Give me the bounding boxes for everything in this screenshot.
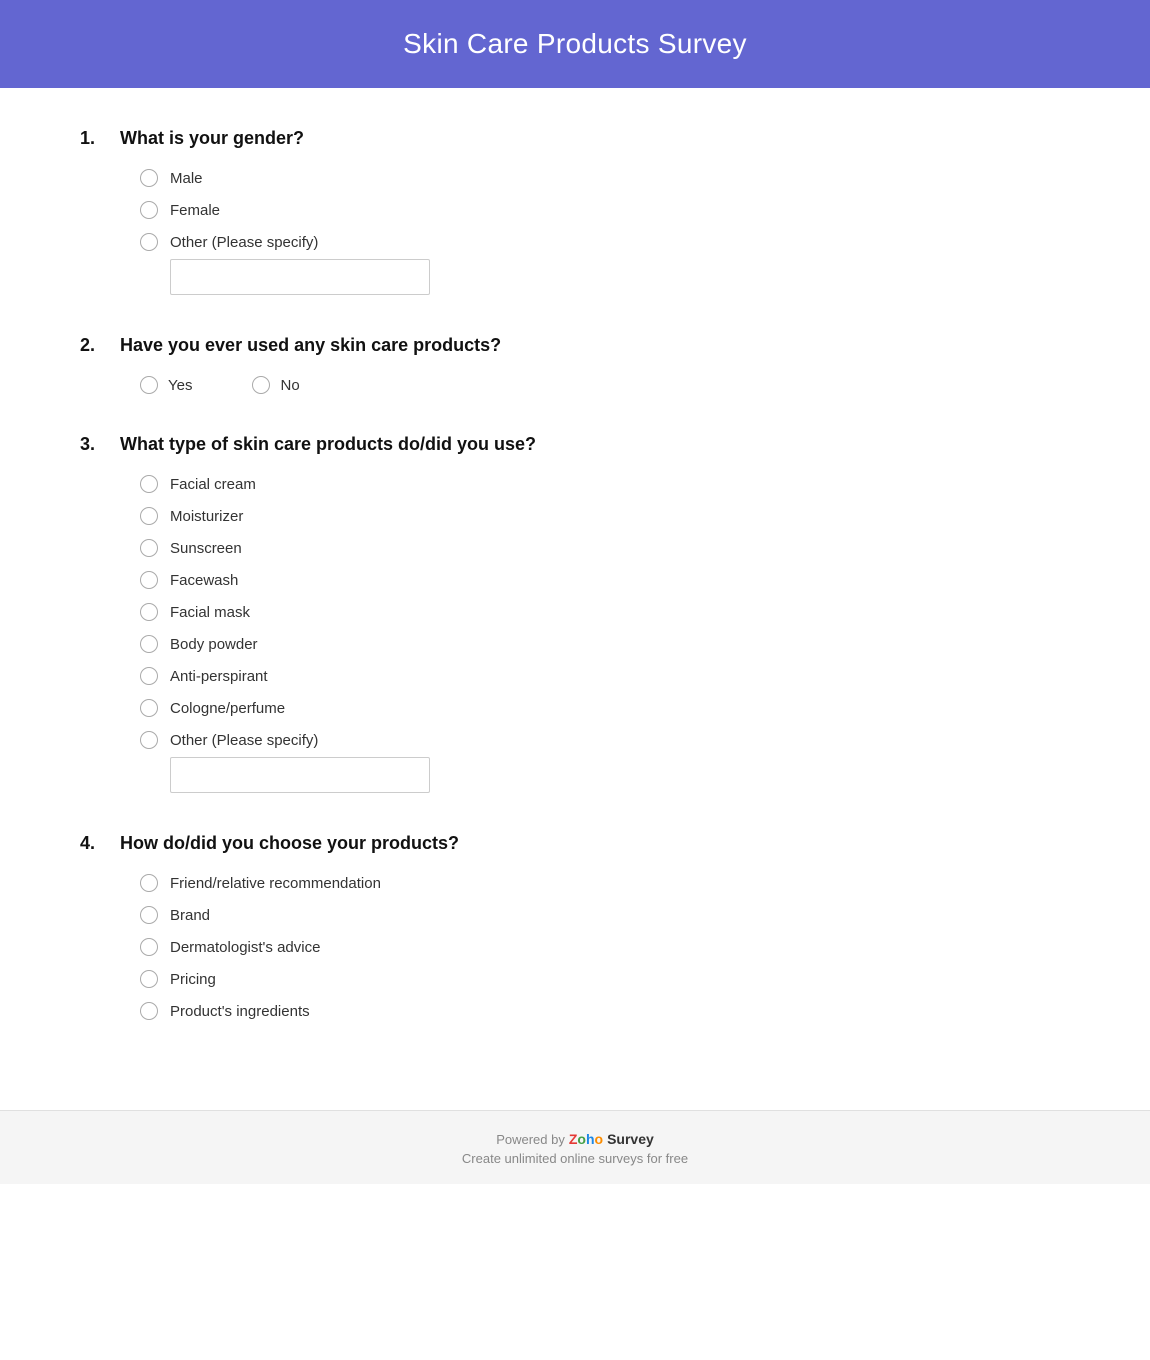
choose-pricing-radio[interactable]	[140, 970, 158, 988]
question-2-number: 2.	[80, 335, 120, 356]
choose-dermatologist-label: Dermatologist's advice	[170, 939, 320, 956]
list-item: Dermatologist's advice	[140, 938, 1070, 956]
survey-word: Survey	[607, 1131, 654, 1147]
product-other-label: Other (Please specify)	[170, 732, 318, 749]
used-no-label: No	[280, 377, 299, 394]
product-cologne-radio[interactable]	[140, 699, 158, 717]
survey-footer: Powered by Zoho Survey Create unlimited …	[0, 1110, 1150, 1184]
question-4-text: How do/did you choose your products?	[120, 833, 459, 854]
zoho-logo: Zoho	[569, 1131, 603, 1147]
zoho-z: Z	[569, 1131, 578, 1147]
product-antiperspirant-radio[interactable]	[140, 667, 158, 685]
list-item: Friend/relative recommendation	[140, 874, 1070, 892]
product-facial-mask-label: Facial mask	[170, 604, 250, 621]
question-1-options: Male Female Other (Please specify)	[140, 169, 1070, 295]
list-item: Facial mask	[140, 603, 1070, 621]
list-item: Cologne/perfume	[140, 699, 1070, 717]
question-4-number: 4.	[80, 833, 120, 854]
product-moisturizer-label: Moisturizer	[170, 508, 243, 525]
gender-other-label: Other (Please specify)	[170, 234, 318, 251]
question-3: 3. What type of skin care products do/di…	[80, 434, 1070, 793]
product-facial-cream-radio[interactable]	[140, 475, 158, 493]
list-item: Male	[140, 169, 1070, 187]
list-item: Product's ingredients	[140, 1002, 1070, 1020]
choose-brand-radio[interactable]	[140, 906, 158, 924]
choose-ingredients-radio[interactable]	[140, 1002, 158, 1020]
list-item: Female	[140, 201, 1070, 219]
list-item: No	[252, 376, 299, 394]
zoho-o1: o	[577, 1131, 586, 1147]
list-item: Pricing	[140, 970, 1070, 988]
list-item: Moisturizer	[140, 507, 1070, 525]
list-item: Sunscreen	[140, 539, 1070, 557]
product-other-input[interactable]	[170, 757, 430, 793]
gender-other-input[interactable]	[170, 259, 430, 295]
list-item: Anti-perspirant	[140, 667, 1070, 685]
choose-pricing-label: Pricing	[170, 971, 216, 988]
used-yes-radio[interactable]	[140, 376, 158, 394]
list-item: Other (Please specify)	[140, 233, 1070, 295]
list-item: Other (Please specify)	[140, 731, 1070, 793]
product-sunscreen-radio[interactable]	[140, 539, 158, 557]
product-facial-cream-label: Facial cream	[170, 476, 256, 493]
gender-female-radio[interactable]	[140, 201, 158, 219]
list-item: Yes	[140, 376, 192, 394]
question-1: 1. What is your gender? Male Female Othe…	[80, 128, 1070, 295]
product-other-radio[interactable]	[140, 731, 158, 749]
product-cologne-label: Cologne/perfume	[170, 700, 285, 717]
question-3-text: What type of skin care products do/did y…	[120, 434, 536, 455]
gender-male-label: Male	[170, 170, 203, 187]
question-3-number: 3.	[80, 434, 120, 455]
zoho-h: h	[586, 1131, 595, 1147]
product-body-powder-label: Body powder	[170, 636, 258, 653]
question-4-options: Friend/relative recommendation Brand Der…	[140, 874, 1070, 1020]
product-facewash-radio[interactable]	[140, 571, 158, 589]
used-no-radio[interactable]	[252, 376, 270, 394]
question-1-number: 1.	[80, 128, 120, 149]
question-2: 2. Have you ever used any skin care prod…	[80, 335, 1070, 394]
product-body-powder-radio[interactable]	[140, 635, 158, 653]
powered-by-line: Powered by Zoho Survey	[0, 1131, 1150, 1147]
gender-female-label: Female	[170, 202, 220, 219]
choose-friend-radio[interactable]	[140, 874, 158, 892]
choose-brand-label: Brand	[170, 907, 210, 924]
choose-dermatologist-radio[interactable]	[140, 938, 158, 956]
product-facewash-label: Facewash	[170, 572, 238, 589]
list-item: Brand	[140, 906, 1070, 924]
product-moisturizer-radio[interactable]	[140, 507, 158, 525]
question-4: 4. How do/did you choose your products? …	[80, 833, 1070, 1020]
gender-male-radio[interactable]	[140, 169, 158, 187]
list-item: Facewash	[140, 571, 1070, 589]
used-yes-label: Yes	[168, 377, 192, 394]
gender-other-radio[interactable]	[140, 233, 158, 251]
product-antiperspirant-label: Anti-perspirant	[170, 668, 268, 685]
product-facial-mask-radio[interactable]	[140, 603, 158, 621]
powered-by-text: Powered by	[496, 1132, 565, 1147]
list-item: Body powder	[140, 635, 1070, 653]
choose-ingredients-label: Product's ingredients	[170, 1003, 310, 1020]
survey-body: 1. What is your gender? Male Female Othe…	[0, 88, 1150, 1100]
question-1-text: What is your gender?	[120, 128, 304, 149]
question-3-options: Facial cream Moisturizer Sunscreen Facew…	[140, 475, 1070, 793]
zoho-o2: o	[595, 1131, 604, 1147]
survey-header: Skin Care Products Survey	[0, 0, 1150, 88]
question-2-options: Yes No	[140, 376, 1070, 394]
product-sunscreen-label: Sunscreen	[170, 540, 242, 557]
question-2-text: Have you ever used any skin care product…	[120, 335, 501, 356]
survey-title: Skin Care Products Survey	[0, 28, 1150, 60]
list-item: Facial cream	[140, 475, 1070, 493]
footer-sub-text: Create unlimited online surveys for free	[0, 1151, 1150, 1166]
choose-friend-label: Friend/relative recommendation	[170, 875, 381, 892]
